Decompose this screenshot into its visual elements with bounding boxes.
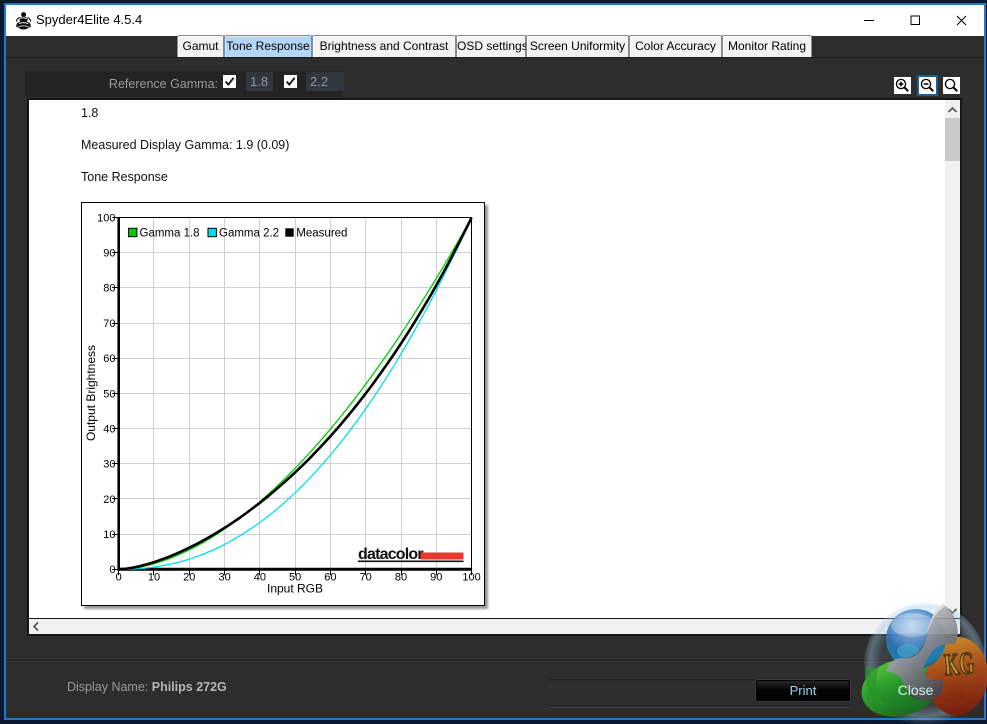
svg-text:80: 80 [103, 283, 115, 295]
svg-text:Gamma 1.8: Gamma 1.8 [140, 227, 200, 239]
svg-text:80: 80 [395, 572, 407, 584]
svg-text:100: 100 [462, 572, 480, 584]
svg-text:40: 40 [103, 423, 115, 435]
svg-text:20: 20 [183, 572, 195, 584]
svg-text:70: 70 [103, 318, 115, 330]
svg-text:10: 10 [103, 529, 115, 541]
svg-text:0: 0 [109, 564, 115, 576]
svg-text:Input RGB: Input RGB [267, 582, 323, 596]
svg-text:90: 90 [103, 248, 115, 260]
svg-text:20: 20 [103, 494, 115, 506]
svg-text:70: 70 [360, 572, 372, 584]
svg-text:30: 30 [218, 572, 230, 584]
svg-text:KG: KG [943, 645, 976, 682]
svg-text:0: 0 [116, 572, 122, 584]
svg-text:Measured: Measured [296, 227, 347, 239]
svg-text:datacolor: datacolor [358, 546, 423, 563]
svg-text:Gamma 2.2: Gamma 2.2 [219, 227, 279, 239]
svg-text:90: 90 [430, 572, 442, 584]
svg-text:30: 30 [103, 459, 115, 471]
svg-text:50: 50 [103, 388, 115, 400]
svg-text:40: 40 [254, 572, 266, 584]
svg-text:60: 60 [103, 353, 115, 365]
svg-text:Output Brightness: Output Brightness [84, 345, 98, 441]
svg-text:100: 100 [97, 212, 115, 224]
svg-text:10: 10 [148, 572, 160, 584]
svg-text:60: 60 [324, 572, 336, 584]
